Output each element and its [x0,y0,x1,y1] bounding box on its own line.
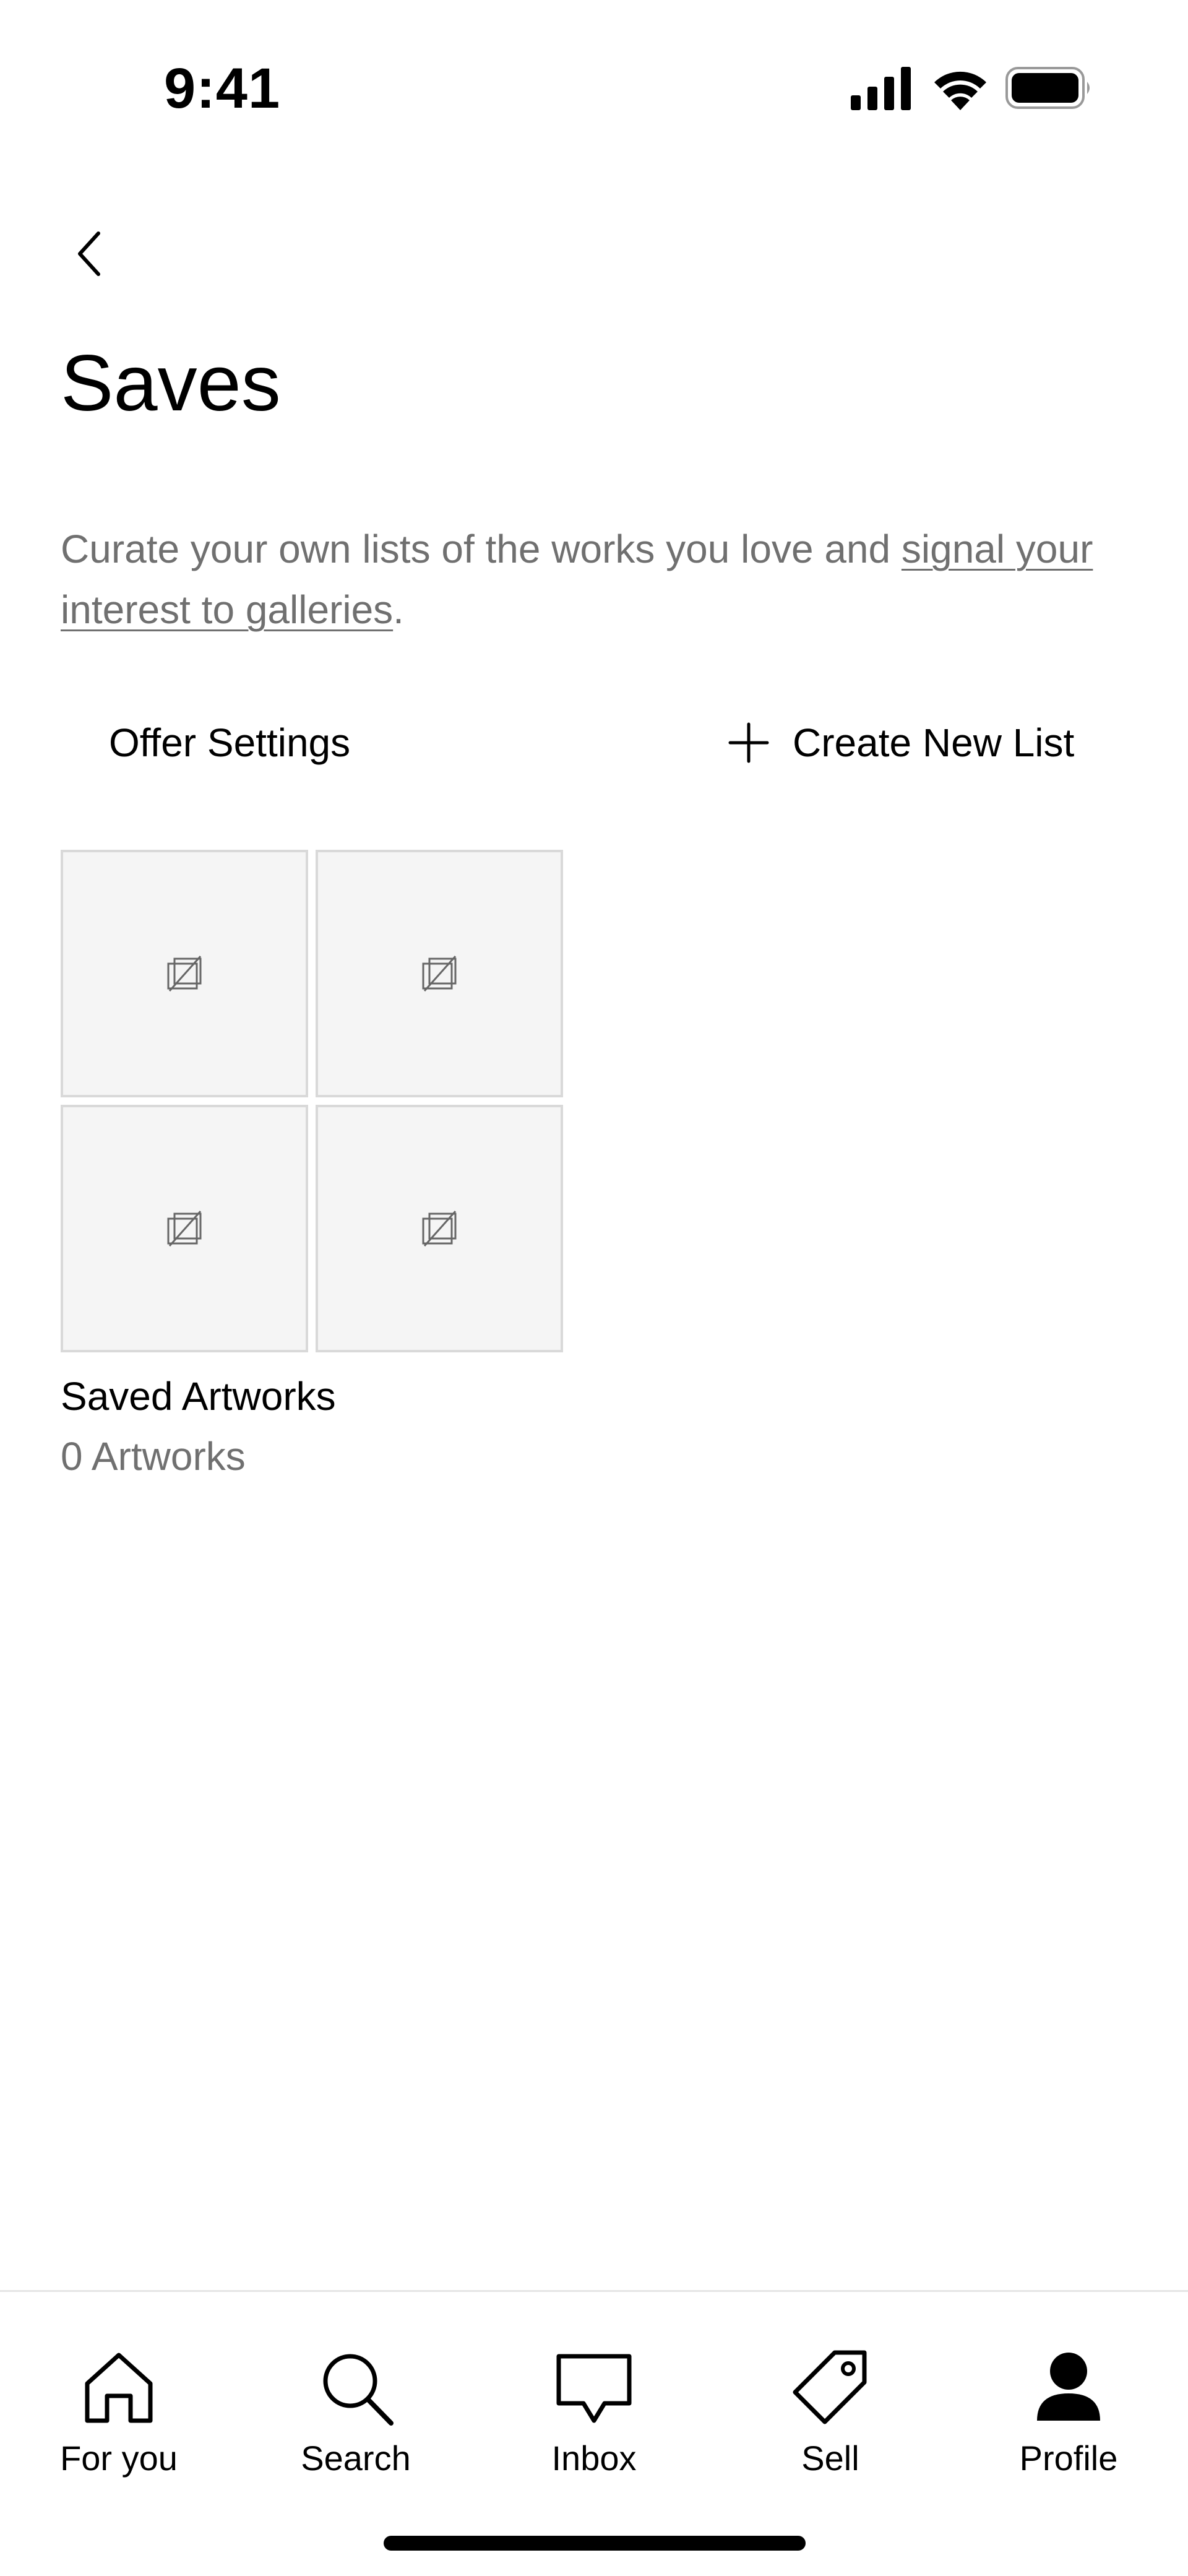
back-button[interactable] [62,223,118,285]
profile-icon [1037,2353,1100,2421]
artwork-thumbnail [316,850,563,1097]
nav-item-for-you[interactable]: For you [26,2348,212,2490]
artwork-thumbnail [316,1105,563,1352]
nav-item-inbox[interactable]: Inbox [501,2348,687,2490]
bottom-nav: For you Search Inbox Sell Profile [0,2290,1188,2576]
home-icon [85,2353,153,2423]
status-bar: 9:41 [0,0,1188,179]
nav-item-sell[interactable]: Sell [738,2348,923,2490]
nav-label-inbox: Inbox [551,2439,637,2478]
search-icon [323,2354,394,2426]
create-new-list-button[interactable]: Create New List [727,712,1074,774]
list-title: Saved Artworks [61,1374,336,1419]
nav-item-search[interactable]: Search [263,2348,449,2490]
list-count: 0 Artworks [61,1434,246,1479]
create-new-list-label: Create New List [793,720,1075,765]
description-end: . [393,587,404,632]
plus-icon [728,722,769,763]
nav-label-search: Search [301,2439,411,2478]
nav-item-profile[interactable]: Profile [976,2348,1161,2490]
artwork-thumbnail [61,1105,308,1352]
description-text: Curate your own lists of the works you l… [61,527,902,571]
signal-icon [851,67,911,110]
tag-icon [793,2350,867,2424]
image-unavailable-icon [167,1211,202,1247]
thumbnail-grid [61,850,564,1354]
nav-label-sell: Sell [801,2439,859,2478]
nav-label-profile: Profile [1019,2439,1118,2478]
wifi-icon [934,71,986,110]
image-unavailable-icon [422,956,457,992]
artwork-thumbnail [61,850,308,1097]
image-unavailable-icon [167,956,202,992]
saved-artworks-list[interactable]: Saved Artworks 0 Artworks [61,850,564,1479]
offer-settings-button[interactable]: Offer Settings [109,712,350,774]
inbox-icon [556,2354,632,2423]
nav-label-for-you: For you [60,2439,178,2478]
image-unavailable-icon [422,1211,457,1247]
chevron-left-icon [78,231,100,276]
home-indicator [384,2536,806,2551]
page-title: Saves [61,339,281,428]
page-description: Curate your own lists of the works you l… [61,519,1137,640]
status-time: 9:41 [164,57,281,120]
battery-icon [1005,67,1090,109]
